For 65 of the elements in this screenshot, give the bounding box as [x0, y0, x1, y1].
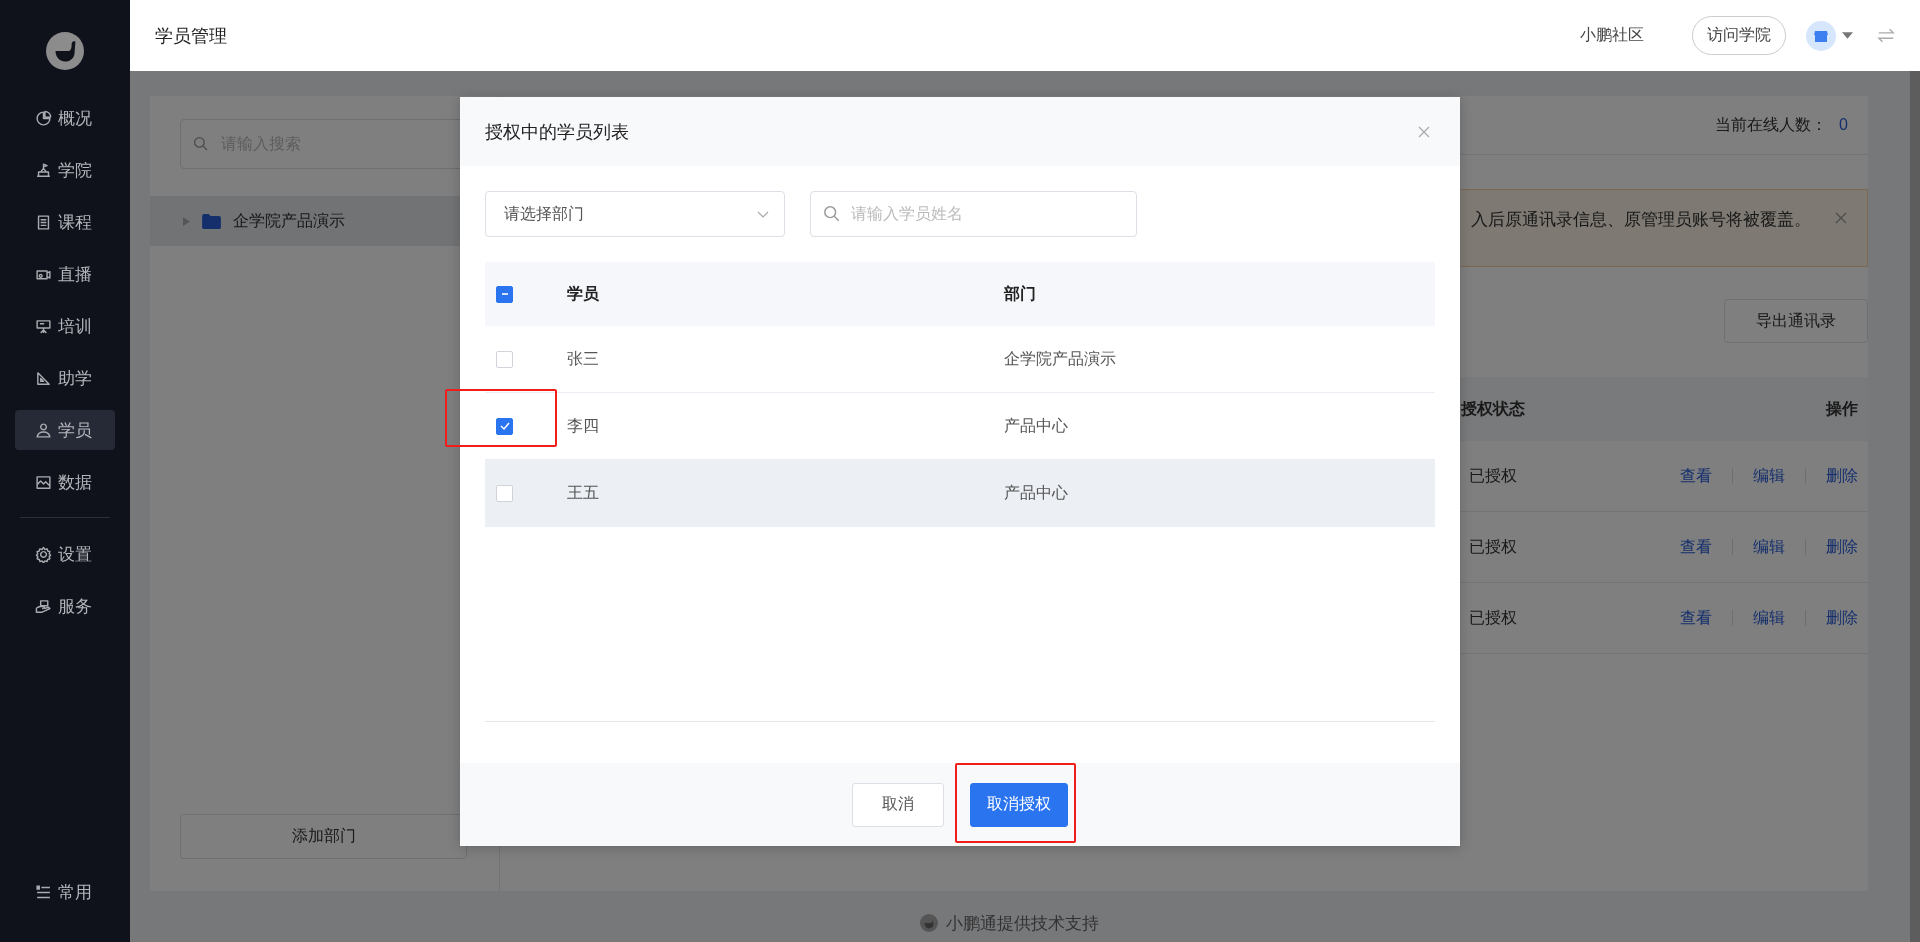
expand-icon[interactable]	[183, 216, 190, 226]
close-icon[interactable]	[1835, 212, 1847, 224]
presentation-icon	[35, 317, 52, 335]
building-icon	[35, 161, 52, 179]
nav-item[interactable]: 直播	[15, 254, 115, 294]
nav-item[interactable]: 学员	[15, 410, 115, 450]
pie-chart-icon	[35, 109, 52, 127]
footer-text: 小鹏通提供技术支持	[945, 912, 1099, 935]
nav-item[interactable]: 概况	[15, 98, 115, 138]
list-icon	[35, 883, 52, 901]
nav-item[interactable]: 课程	[15, 202, 115, 242]
hand-icon	[35, 597, 52, 615]
user-icon	[35, 421, 52, 439]
row-checkbox[interactable]	[496, 417, 513, 435]
export-button[interactable]: 导出通讯录	[1724, 299, 1868, 343]
close-icon[interactable]	[1418, 125, 1430, 138]
alert-text: 入后原通讯录信息、原管理员账号将被覆盖。	[1471, 209, 1811, 231]
logo-icon	[46, 32, 84, 70]
ruler-icon	[35, 369, 52, 387]
page-title: 学员管理	[155, 24, 227, 48]
table-cell-text: 张三	[567, 348, 600, 369]
table-cell-text: 产品中心	[1004, 482, 1069, 503]
settings-icon	[35, 545, 52, 563]
department-select[interactable]: 请选择部门	[485, 191, 785, 237]
chevron-down-icon	[757, 210, 769, 218]
checkmark-icon	[498, 420, 511, 432]
search-icon	[193, 136, 209, 152]
nav-item[interactable]: 培训	[15, 306, 115, 346]
column-header: 部门	[1004, 283, 1037, 304]
table-cell-text: 已授权	[1468, 465, 1518, 486]
select-placeholder: 请选择部门	[504, 203, 584, 224]
online-count: 0	[1839, 116, 1848, 134]
cancel-button[interactable]: 取消	[852, 782, 944, 827]
community-link[interactable]: 小鹏社区	[1580, 25, 1644, 46]
nav-item[interactable]: 服务	[15, 586, 115, 626]
search-icon	[823, 205, 841, 223]
scrollbar[interactable]	[1910, 71, 1920, 942]
add-department-button[interactable]: 添加部门	[180, 814, 467, 859]
revoke-button[interactable]: 取消授权	[970, 782, 1068, 827]
store-avatar-icon[interactable]	[1806, 20, 1836, 51]
document-icon	[35, 213, 52, 231]
table-cell-text: 已授权	[1468, 607, 1518, 628]
table-cell-text: 李四	[567, 415, 600, 436]
nav-item[interactable]: 数据	[15, 462, 115, 502]
online-label: 当前在线人数：	[1715, 114, 1828, 135]
select-all-checkbox[interactable]	[496, 285, 513, 303]
caret-icon[interactable]	[1842, 32, 1853, 39]
column-header: 授权状态	[1460, 398, 1526, 419]
column-header: 学员	[567, 283, 600, 304]
image-icon	[35, 473, 52, 491]
nav-item[interactable]: 常用	[15, 872, 115, 912]
column-header: 操作	[1824, 398, 1859, 419]
swap-icon[interactable]	[1877, 28, 1895, 43]
nav-item[interactable]: 助学	[15, 358, 115, 398]
nav-item[interactable]: 设置	[15, 534, 115, 574]
table-cell-text: 产品中心	[1004, 415, 1069, 436]
logo-icon	[919, 914, 938, 932]
folder-icon	[202, 213, 221, 229]
name-search-field[interactable]: 请输入学员姓名	[810, 191, 1137, 237]
table-cell-text: 企学院产品演示	[1004, 348, 1117, 369]
table-cell-text: 王五	[567, 482, 600, 503]
tree-label: 企学院产品演示	[233, 210, 345, 231]
dialog-title: 授权中的学员列表	[485, 120, 629, 144]
table-cell-text: 已授权	[1468, 536, 1518, 557]
nav-item[interactable]: 学院	[15, 150, 115, 190]
